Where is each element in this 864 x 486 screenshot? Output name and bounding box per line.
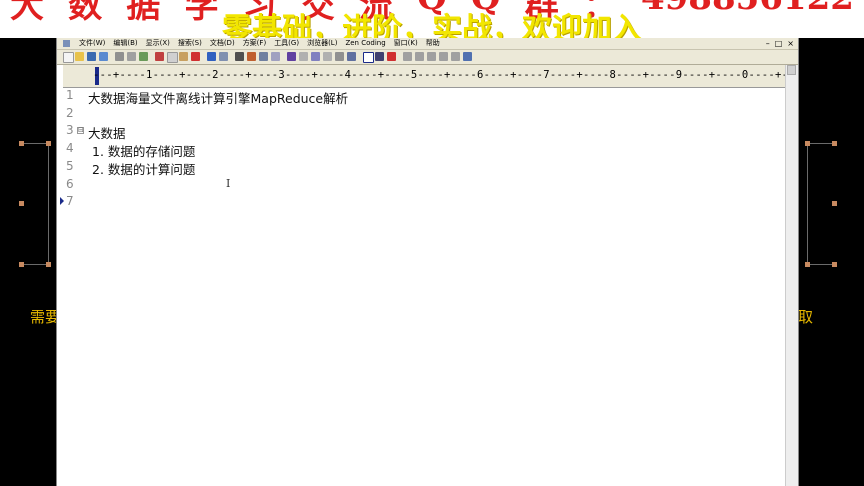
current-line-marker-icon <box>60 197 64 205</box>
scrollbar-thumb[interactable] <box>787 65 796 75</box>
editor-line: 7 <box>57 194 785 212</box>
menu-file[interactable]: 文件(W) <box>79 38 105 49</box>
line-number: 7 <box>66 194 74 208</box>
font-icon[interactable] <box>287 52 296 61</box>
line-number: 4 <box>66 141 74 155</box>
line-numbers-icon[interactable] <box>335 52 344 61</box>
line-number: 2 <box>66 106 74 120</box>
promo-banner: 大 数 据 学 习 交 流 Q Q 群 ： 498856122 零基础，进阶，实… <box>0 0 864 38</box>
menu-help[interactable]: 帮助 <box>426 38 440 49</box>
app-icon <box>63 40 70 47</box>
left-side-frame <box>19 141 51 267</box>
window-icon[interactable] <box>403 52 412 61</box>
ruler-toggle-icon[interactable] <box>363 52 374 63</box>
frame-handle <box>832 201 837 206</box>
editor-line: 5 2. 数据的计算问题 <box>57 159 785 177</box>
line-number: 6 <box>66 177 74 191</box>
invisible-chars-icon[interactable] <box>323 52 332 61</box>
column-ruler: ---+----1----+----2----+----3----+----4-… <box>63 65 785 88</box>
ruler-scale: ---+----1----+----2----+----3----+----4-… <box>93 69 785 81</box>
maximize-button[interactable]: □ <box>775 38 783 49</box>
editor-line: 4 1. 数据的存储问题 <box>57 141 785 159</box>
print-icon[interactable] <box>115 52 124 61</box>
right-side-text: 取 <box>798 308 814 326</box>
open-folder-icon[interactable] <box>75 52 84 61</box>
menu-view[interactable]: 显示(X) <box>146 38 170 49</box>
menu-browser[interactable]: 浏览器(L) <box>307 38 337 49</box>
menu-document[interactable]: 文档(D) <box>210 38 235 49</box>
frame-handle <box>19 262 24 267</box>
menu-edit[interactable]: 编辑(B) <box>113 38 137 49</box>
toolbar <box>57 50 798 65</box>
frame-handle <box>46 262 51 267</box>
frame-handle <box>832 141 837 146</box>
right-side-frame <box>805 141 837 267</box>
line-text: 1. 数据的存储问题 <box>92 144 196 159</box>
find-in-files-icon[interactable] <box>259 52 268 61</box>
replace-icon[interactable] <box>247 52 256 61</box>
mouse-ibeam-cursor-icon: I <box>226 177 231 190</box>
frame-handle <box>805 141 810 146</box>
copy-icon[interactable] <box>167 52 178 63</box>
save-all-icon[interactable] <box>99 52 108 61</box>
goto-icon[interactable] <box>271 52 280 61</box>
wrap-icon[interactable] <box>299 52 308 61</box>
editor-line: 1 大数据海量文件离线计算引擎MapReduce解析 <box>57 88 785 106</box>
delete-icon[interactable] <box>191 52 200 61</box>
frame-handle <box>805 262 810 267</box>
save-icon[interactable] <box>87 52 96 61</box>
check-icon[interactable] <box>387 52 396 61</box>
line-number: 1 <box>66 88 74 102</box>
new-file-icon[interactable] <box>63 52 74 63</box>
menu-zen-coding[interactable]: Zen Coding <box>345 38 385 49</box>
menu-search[interactable]: 搜索(S) <box>178 38 202 49</box>
menu-window[interactable]: 窗口(K) <box>394 38 418 49</box>
line-text: 2. 数据的计算问题 <box>92 162 196 177</box>
highlight-icon[interactable] <box>347 52 356 61</box>
fold-toggle-icon[interactable]: ⊟ <box>77 127 84 134</box>
close-button[interactable]: × <box>787 38 794 49</box>
menu-bar: 文件(W) 编辑(B) 显示(X) 搜索(S) 文档(D) 方案(F) 工具(G… <box>57 38 798 50</box>
line-text: 大数据 <box>88 126 126 141</box>
undo-icon[interactable] <box>207 52 216 61</box>
frame-handle <box>46 141 51 146</box>
frame-handle <box>19 201 24 206</box>
help-icon[interactable] <box>463 52 472 61</box>
browser-preview-icon[interactable] <box>451 52 460 61</box>
editor-line: 6 <box>57 177 785 195</box>
editor-line: 2 <box>57 106 785 124</box>
cut-icon[interactable] <box>155 52 164 61</box>
paste-icon[interactable] <box>179 52 188 61</box>
find-icon[interactable] <box>235 52 244 61</box>
line-number: 5 <box>66 159 74 173</box>
frame-handle <box>832 262 837 267</box>
banner-line2: 零基础，进阶，实战，欢迎加入 <box>222 12 642 38</box>
tab-icon[interactable] <box>311 52 320 61</box>
print-preview-icon[interactable] <box>127 52 136 61</box>
redo-icon[interactable] <box>219 52 228 61</box>
tile-icon[interactable] <box>427 52 436 61</box>
spellcheck-icon[interactable] <box>139 52 148 61</box>
vertical-scrollbar[interactable] <box>785 65 798 486</box>
editor-window: 文件(W) 编辑(B) 显示(X) 搜索(S) 文档(D) 方案(F) 工具(G… <box>56 38 799 486</box>
split-icon[interactable] <box>415 52 424 61</box>
menu-scheme[interactable]: 方案(F) <box>243 38 267 49</box>
line-text: 大数据海量文件离线计算引擎MapReduce解析 <box>88 91 349 106</box>
frame-handle <box>19 141 24 146</box>
minimize-button[interactable]: – <box>766 38 770 49</box>
editor-line: 3 ⊟ 大数据 <box>57 123 785 141</box>
text-editor[interactable]: 1 大数据海量文件离线计算引擎MapReduce解析 2 3 ⊟ 大数据 4 1… <box>57 88 785 486</box>
column-icon[interactable] <box>375 52 384 61</box>
menu-tools[interactable]: 工具(G) <box>274 38 299 49</box>
cascade-icon[interactable] <box>439 52 448 61</box>
